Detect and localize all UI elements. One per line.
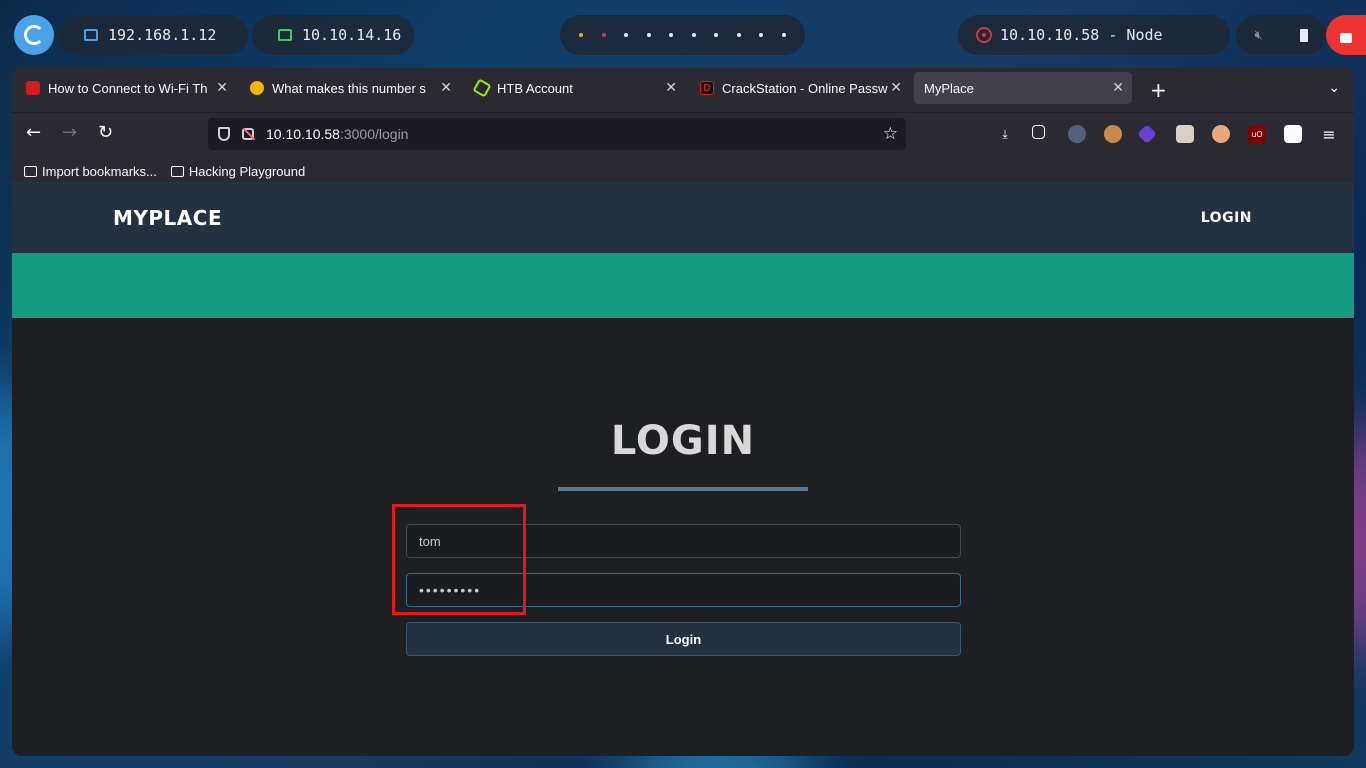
- tab-myplace[interactable]: MyPlace ✕: [914, 72, 1132, 104]
- bookmark-star-icon[interactable]: ☆: [883, 124, 898, 144]
- ublock-origin-icon[interactable]: uO: [1248, 125, 1266, 143]
- import-bookmarks-item[interactable]: Import bookmarks...: [24, 164, 157, 179]
- insecure-lock-icon[interactable]: [242, 128, 254, 140]
- close-tab-icon[interactable]: ✕: [216, 79, 228, 96]
- tab-favicon-icon: [250, 81, 264, 95]
- system-top-bar: 192.168.1.12 10.10.14.16 10.10.10.58 - N…: [0, 0, 1366, 66]
- header-banner: [12, 253, 1354, 318]
- app-menu-icon[interactable]: ≡: [1320, 125, 1338, 144]
- extensions-icon[interactable]: [1032, 125, 1045, 139]
- downloads-icon[interactable]: ⤓: [996, 125, 1014, 143]
- laptop-icon: [278, 29, 292, 41]
- workspace-dot[interactable]: [736, 33, 741, 37]
- new-tab-button[interactable]: +: [1150, 78, 1167, 102]
- heading-divider: [558, 487, 808, 491]
- tab-crackstation[interactable]: D CrackStation - Online Passw ✕: [690, 72, 910, 104]
- os-menu-button[interactable]: [14, 15, 54, 55]
- url-path: :3000/login: [339, 126, 409, 142]
- crosshair-icon: [976, 27, 992, 43]
- close-tab-icon[interactable]: ✕: [890, 79, 902, 96]
- tab-favicon-icon: D: [700, 81, 714, 95]
- list-tabs-chevron-icon[interactable]: ⌄: [1328, 80, 1340, 96]
- navigation-toolbar: ← → ↻ 10.10.10.58:3000/login ☆ ⤓ uO ≡: [12, 112, 1354, 156]
- tab-strip: How to Connect to Wi-Fi Th ✕ What makes …: [12, 68, 1354, 112]
- vpn-ip-text: 10.10.14.16: [302, 26, 402, 44]
- close-tab-icon[interactable]: ✕: [1112, 79, 1124, 96]
- close-tab-icon[interactable]: ✕: [440, 79, 452, 96]
- target-text: 10.10.10.58 - Node: [1000, 26, 1163, 44]
- hacking-playground-folder[interactable]: Hacking Playground: [170, 164, 306, 179]
- workspace-dot[interactable]: [624, 33, 629, 37]
- nav-login-link[interactable]: LOGIN: [1201, 210, 1252, 226]
- page-content: MYPLACE LOGIN LOGIN tom ••••••••• Login: [12, 182, 1354, 756]
- tab-htb-account[interactable]: HTB Account ✕: [465, 72, 685, 104]
- system-controls: 🔇︎: [1236, 15, 1326, 55]
- battery-icon[interactable]: [1299, 28, 1308, 42]
- lock-button[interactable]: [1326, 15, 1366, 55]
- forward-button[interactable]: →: [62, 123, 77, 143]
- login-button[interactable]: Login: [406, 622, 961, 656]
- workspace-dot[interactable]: [714, 33, 719, 37]
- debian-logo-icon: [24, 25, 44, 45]
- vpn-ip-widget: 10.10.14.16: [252, 15, 414, 55]
- local-ip-widget: 192.168.1.12: [58, 15, 248, 55]
- address-bar[interactable]: 10.10.10.58:3000/login ☆: [208, 118, 906, 150]
- lock-icon: [1340, 33, 1352, 43]
- bookmark-label: Import bookmarks...: [42, 164, 157, 179]
- workspace-dot[interactable]: [601, 33, 606, 37]
- workspace-dot[interactable]: [781, 33, 786, 37]
- foxyproxy-icon[interactable]: [1068, 125, 1086, 143]
- local-ip-text: 192.168.1.12: [108, 26, 217, 44]
- tab-title: CrackStation - Online Passw: [722, 80, 888, 96]
- tab-title: How to Connect to Wi-Fi Th: [48, 80, 208, 96]
- tab-favicon-icon: [472, 78, 492, 98]
- close-tab-icon[interactable]: ✕: [665, 79, 677, 96]
- browser-window: How to Connect to Wi-Fi Th ✕ What makes …: [12, 68, 1354, 756]
- tab-title: What makes this number s: [272, 80, 426, 96]
- site-brand-link[interactable]: MYPLACE: [113, 206, 222, 230]
- workspace-dot[interactable]: [579, 33, 584, 37]
- tracking-shield-icon[interactable]: [218, 127, 230, 141]
- page-title: LOGIN: [610, 418, 756, 464]
- workspace-dot[interactable]: [669, 33, 674, 37]
- workspace-switcher[interactable]: [560, 15, 805, 55]
- mute-icon[interactable]: 🔇︎: [1254, 28, 1262, 43]
- network-icon: [84, 29, 98, 41]
- qr-code-icon[interactable]: [1284, 125, 1302, 143]
- tab-favicon-icon: [26, 81, 40, 95]
- wappalyzer-icon[interactable]: [1137, 124, 1157, 144]
- import-icon: [24, 166, 37, 177]
- workspace-dot[interactable]: [691, 33, 696, 37]
- url-host: 10.10.10.58: [266, 126, 340, 142]
- hacktools-icon[interactable]: [1212, 125, 1230, 143]
- workspace-dot[interactable]: [759, 33, 764, 37]
- cookie-editor-icon[interactable]: [1104, 125, 1122, 143]
- reload-button[interactable]: ↻: [98, 123, 113, 143]
- back-button[interactable]: ←: [26, 123, 41, 143]
- site-navbar: MYPLACE LOGIN: [12, 182, 1354, 253]
- tab-title: MyPlace: [924, 80, 974, 96]
- folder-icon: [170, 166, 184, 177]
- annotation-highlight-box: [392, 504, 526, 615]
- target-widget: 10.10.10.58 - Node: [958, 15, 1230, 55]
- tab-wifi[interactable]: How to Connect to Wi-Fi Th ✕: [16, 72, 236, 104]
- tab-title: HTB Account: [497, 80, 573, 96]
- bookmark-label: Hacking Playground: [188, 164, 306, 179]
- tab-number[interactable]: What makes this number s ✕: [240, 72, 460, 104]
- user-agent-switcher-icon[interactable]: [1176, 125, 1194, 143]
- workspace-dot[interactable]: [646, 33, 651, 37]
